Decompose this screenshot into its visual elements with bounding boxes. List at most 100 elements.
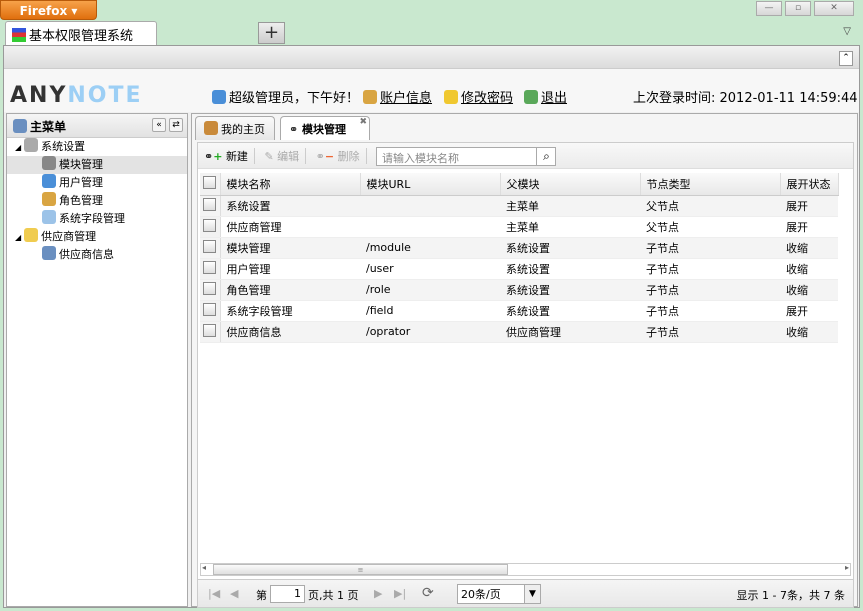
table-cell: 子节点	[640, 258, 780, 280]
tree-item-icon	[24, 228, 39, 242]
tab-list-icon[interactable]: ▽	[843, 26, 851, 37]
horizontal-scrollbar[interactable]: ◂ ≡ ▸	[200, 563, 851, 576]
firefox-menu-button[interactable]: Firefox ▾	[0, 0, 97, 20]
table-cell: 系统设置	[220, 195, 360, 217]
table-row[interactable]: 角色管理/role 系统设置 子节点 收缩	[200, 279, 838, 301]
close-tab-icon[interactable]: ✖	[359, 117, 367, 127]
expand-icon[interactable]: ◢	[15, 143, 21, 152]
chevron-down-icon: ▼	[524, 585, 540, 603]
table-cell: 主菜单	[500, 216, 640, 238]
table-cell: 子节点	[640, 279, 780, 301]
row-checkbox[interactable]	[200, 279, 221, 301]
column-header[interactable]: 父模块	[500, 173, 641, 196]
maximize-button[interactable]: ▫	[785, 1, 811, 16]
logo: ANYNOTE	[10, 83, 143, 108]
tree-item[interactable]: 系统字段管理	[7, 210, 187, 228]
page-prefix: 第	[256, 589, 267, 602]
tree-item[interactable]: ◢ 系统设置	[7, 138, 187, 156]
table-cell: 系统设置	[500, 258, 640, 280]
tree-item[interactable]: ◢ 供应商管理	[7, 228, 187, 246]
table-cell	[360, 195, 500, 217]
tree-item-label: 供应商管理	[41, 230, 97, 243]
scroll-thumb[interactable]: ≡	[213, 564, 508, 575]
tab-home[interactable]: 我的主页	[195, 116, 275, 140]
table-cell: 系统设置	[500, 279, 640, 301]
column-header[interactable]: 模块URL	[360, 173, 501, 196]
new-tab-button[interactable]: +	[258, 22, 285, 44]
table-row[interactable]: 系统字段管理/field 系统设置 子节点 展开	[200, 300, 838, 322]
sidebar: 主菜单 « ⇄ ◢ 系统设置模块管理用户管理角色管理系统字段管理 ◢ 供应商管理供应商…	[6, 113, 188, 607]
table-cell: 供应商管理	[220, 216, 360, 238]
page-total: 页,共 1 页	[308, 589, 359, 602]
scroll-left-icon[interactable]: ◂	[202, 563, 206, 572]
tree-item-label: 系统字段管理	[59, 212, 125, 225]
logout-icon	[524, 90, 538, 104]
logout-link[interactable]: 退出	[524, 87, 567, 106]
next-page-icon[interactable]: ▶	[374, 587, 382, 600]
refresh-sidebar-button[interactable]: ⇄	[169, 118, 183, 132]
page-size-select[interactable]: 20条/页 ▼	[457, 584, 541, 604]
tree-item[interactable]: 角色管理	[7, 192, 187, 210]
menu-tree: ◢ 系统设置模块管理用户管理角色管理系统字段管理 ◢ 供应商管理供应商信息	[7, 138, 187, 264]
table-cell: 父节点	[640, 216, 780, 238]
table-cell: 角色管理	[220, 279, 360, 301]
search-icon[interactable]: ⌕	[536, 147, 556, 166]
minimize-button[interactable]: —	[756, 1, 782, 16]
column-header[interactable]: 展开状态	[780, 173, 839, 196]
column-header[interactable]: 节点类型	[640, 173, 781, 196]
tree-item[interactable]: 模块管理	[7, 156, 187, 174]
scroll-right-icon[interactable]: ▸	[845, 563, 849, 572]
table-row[interactable]: 供应商信息/oprator 供应商管理 子节点 收缩	[200, 321, 838, 343]
delete-button[interactable]: ⚭− 删除	[316, 148, 367, 164]
module-grid: 模块名称 模块URL 父模块 节点类型 展开状态 系统设置 主菜单 父节点 展开 供应商管理 主菜单…	[200, 173, 839, 343]
row-checkbox[interactable]	[200, 321, 221, 343]
tree-item-label: 用户管理	[59, 176, 103, 189]
row-checkbox[interactable]	[200, 237, 221, 259]
select-all-checkbox[interactable]	[200, 173, 221, 196]
tab-module-management[interactable]: ⚭ 模块管理 ✖	[280, 116, 370, 140]
refresh-icon[interactable]: ⟳	[422, 585, 434, 601]
user-icon	[212, 90, 226, 104]
tree-item-icon	[42, 192, 56, 206]
edit-button[interactable]: ✎ 编辑	[264, 148, 307, 164]
row-checkbox[interactable]	[200, 258, 221, 280]
column-header[interactable]: 模块名称	[220, 173, 361, 196]
row-checkbox[interactable]	[200, 195, 221, 217]
pagination-bar: |◀ ◀ 第 1 页,共 1 页 ▶ ▶| ⟳ 20条/页 ▼ 显示 1 - 7条…	[198, 579, 853, 607]
change-password-link[interactable]: 修改密码	[444, 87, 513, 106]
last-page-icon[interactable]: ▶|	[394, 587, 406, 600]
sidebar-title: 主菜单	[30, 120, 67, 134]
table-row[interactable]: 供应商管理 主菜单 父节点 展开	[200, 216, 838, 238]
grid-toolbar: ⚭+ 新建 ✎ 编辑 ⚭− 删除 请输入模块名称 ⌕	[198, 143, 853, 169]
tree-item-icon	[42, 174, 56, 188]
module-panel: ⚭+ 新建 ✎ 编辑 ⚭− 删除 请输入模块名称 ⌕ 模块名称 模块URL 父模块节…	[197, 142, 854, 608]
table-cell: 父节点	[640, 195, 780, 217]
expand-icon[interactable]: ◢	[15, 233, 21, 242]
table-cell: 供应商信息	[220, 321, 360, 343]
table-cell	[360, 216, 500, 238]
close-window-button[interactable]: ✕	[814, 1, 854, 16]
tree-item-label: 系统设置	[41, 140, 86, 153]
tree-item[interactable]: 供应商信息	[7, 246, 187, 264]
row-checkbox[interactable]	[200, 300, 221, 322]
tab-title: 基本权限管理系统	[29, 29, 134, 44]
table-row[interactable]: 模块管理/module 系统设置 子节点 收缩	[200, 237, 838, 259]
collapse-sidebar-button[interactable]: «	[152, 118, 166, 132]
account-info-link[interactable]: 账户信息	[363, 87, 432, 106]
page-content: ⌃ ANYNOTE 超级管理员，下午好！ 账户信息 修改密码 退出 上次登录时间…	[3, 45, 860, 608]
row-checkbox[interactable]	[200, 216, 221, 238]
search-input[interactable]: 请输入模块名称	[376, 147, 556, 166]
prev-page-icon[interactable]: ◀	[230, 587, 238, 600]
tree-item[interactable]: 用户管理	[7, 174, 187, 192]
tree-item-label: 供应商信息	[59, 248, 114, 261]
page-number-input[interactable]: 1	[270, 585, 305, 603]
browser-tab[interactable]: 基本权限管理系统	[5, 21, 157, 46]
new-button[interactable]: ⚭+ 新建	[204, 148, 255, 164]
table-cell: /module	[360, 237, 500, 259]
table-cell: /role	[360, 279, 500, 301]
first-page-icon[interactable]: |◀	[208, 587, 220, 600]
table-row[interactable]: 用户管理/user 系统设置 子节点 收缩	[200, 258, 838, 280]
table-cell: 系统设置	[500, 237, 640, 259]
table-row[interactable]: 系统设置 主菜单 父节点 展开	[200, 195, 838, 217]
collapse-header-button[interactable]: ⌃	[839, 51, 853, 66]
